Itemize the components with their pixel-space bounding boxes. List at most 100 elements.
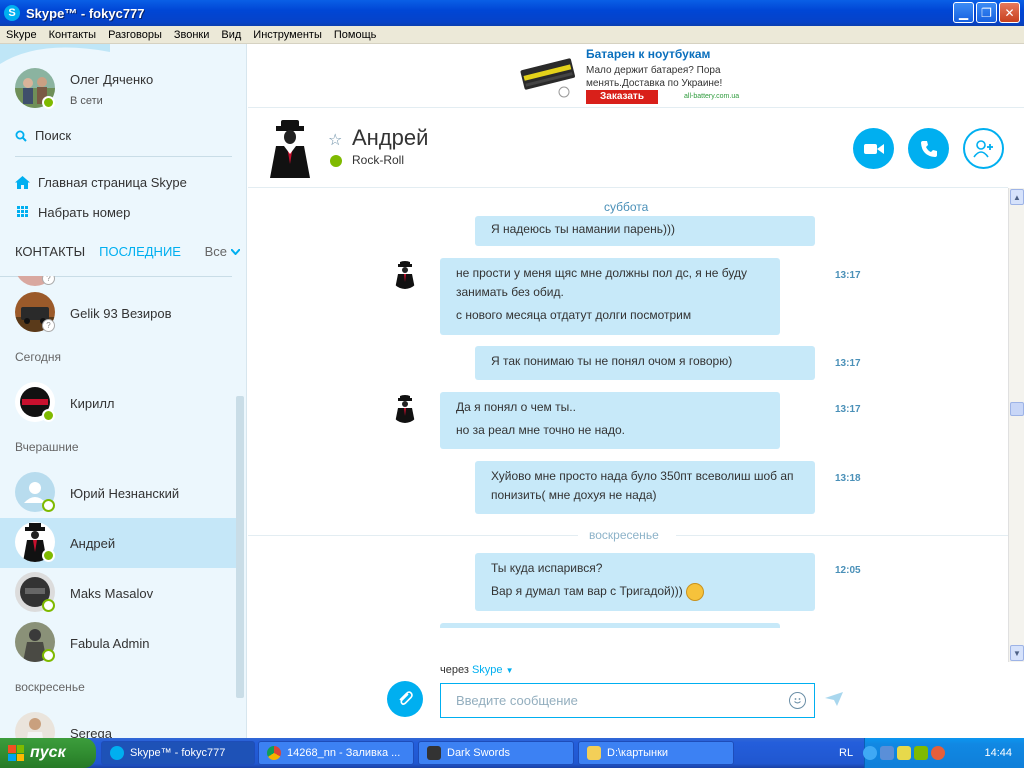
message-text: Да я понял о чем ты.. [456,400,576,414]
send-via-selector[interactable]: через Skype ▼ [440,664,514,676]
language-indicator[interactable]: RL [839,747,863,759]
close-button[interactable]: ✕ [999,2,1020,23]
system-tray: RL 14:44 [839,738,1024,768]
message-input-box[interactable] [440,683,815,718]
contact-item-serega[interactable]: Serega [0,708,236,738]
message-bubble-incoming[interactable]: Да я понял о чем ты.. но за реал мне точ… [440,392,780,449]
taskbar-item-folder[interactable]: D:\картынки [578,741,734,765]
send-button[interactable] [825,692,843,711]
taskbar-item-game[interactable]: Dark Swords [418,741,574,765]
taskbar-item-skype[interactable]: Skype™ - fokyc777 [101,741,255,765]
message-bubble-outgoing[interactable]: Хуйово мне просто нада було 350пт всевол… [475,461,815,514]
windows-taskbar: пуск Skype™ - fokyc777 14268_nn - Заливк… [0,738,1024,768]
chat-contact-avatar[interactable] [264,118,316,178]
profile-status[interactable]: В сети [70,95,103,107]
menu-skype[interactable]: Skype [0,29,43,41]
tray-expand-icon[interactable] [863,746,877,760]
message-history[interactable]: суббота Я надеюсь ты намании парень))) н… [248,188,1008,628]
menu-tools[interactable]: Инструменты [247,29,328,41]
day-separator-sunday: воскресенье [589,528,659,542]
ad-title[interactable]: Батарен к ноутбукам [586,47,710,61]
message-text: не прости у меня щяс мне должны пол дс, … [456,266,747,299]
search-row[interactable]: Поиск [15,128,71,143]
taskbar-item-browser[interactable]: 14268_nn - Заливка ... [258,741,414,765]
message-text: Хуйово мне просто нада було 350пт всевол… [491,469,794,502]
dial-label: Набрать номер [38,205,131,220]
network-icon[interactable] [880,746,894,760]
profile-online-status-icon [42,96,55,109]
audio-call-button[interactable] [908,128,949,169]
profile-name[interactable]: Олег Дяченко [70,72,153,87]
contact-item-maks[interactable]: Maks Masalov [0,568,236,618]
dialpad-icon [17,206,28,217]
menu-bar: Skype Контакты Разговоры Звонки Вид Инст… [0,26,1024,44]
video-camera-icon [863,143,884,154]
group-label-today: Сегодня [15,350,61,364]
menu-view[interactable]: Вид [215,29,247,41]
antivirus-icon[interactable] [931,746,945,760]
contact-item-gelik[interactable]: ? Gelik 93 Везиров [0,288,236,338]
message-time: 13:17 [835,404,861,415]
add-people-button[interactable] [963,128,1004,169]
contact-item-kirill[interactable]: Кирилл [0,378,236,428]
ad-domain[interactable]: all-battery.com.ua [684,93,739,100]
skype-icon [110,746,124,760]
minimize-button[interactable]: ▁ [953,2,974,23]
message-text: Вар я думал там вар с Тригадой))) [491,584,683,598]
dial-number-link[interactable]: Набрать номер [15,205,130,220]
chevron-down-icon [231,248,240,255]
message-input[interactable] [441,684,776,717]
attach-file-button[interactable] [387,681,423,717]
ad-order-button[interactable]: Заказать [586,90,658,104]
profile-panel[interactable]: Олег Дяченко В сети [0,44,246,116]
message-bubble-incoming[interactable]: не прости у меня щяс мне должны пол дс, … [440,258,780,335]
window-controls: ▁ ❐ ✕ [953,2,1020,23]
chrome-icon [267,746,281,760]
favorite-star-icon[interactable]: ☆ [328,130,342,150]
contact-name: Кирилл [70,395,115,411]
menu-conversations[interactable]: Разговоры [102,29,168,41]
task-label: D:\картынки [607,747,669,759]
ad-banner[interactable]: Батарен к ноутбукам Мало держит батарея?… [518,44,778,106]
online-status-icon [330,155,342,167]
message-text: Я надеюсь ты намании парень))) [491,222,675,236]
message-bubble-outgoing[interactable]: Я надеюсь ты намании парень))) [475,216,815,246]
skype-tray-icon[interactable] [914,746,928,760]
tab-recent[interactable]: ПОСЛЕДНИЕ [99,244,181,259]
maximize-button[interactable]: ❐ [976,2,997,23]
message-bubble-incoming[interactable] [440,623,780,628]
message-bubble-outgoing[interactable]: Я так понимаю ты не понял очом я говорю) [475,346,815,380]
start-button[interactable]: пуск [0,738,96,768]
title-bar: S Skype™ - fokyc777 ▁ ❐ ✕ [0,0,1024,26]
clock: 14:44 [984,747,1012,759]
menu-calls[interactable]: Звонки [168,29,216,41]
message-text: Я так понимаю ты не понял очом я говорю) [491,354,733,368]
home-icon [15,176,30,189]
folder-icon [587,746,601,760]
recent-contact-list: ? ? Gelik 93 Везиров Сегодня Кирилл Вчер… [0,276,236,738]
filter-dropdown[interactable]: Все [205,244,240,259]
via-service: Skype [471,664,503,676]
menu-help[interactable]: Помощь [328,29,383,41]
contact-item-andrey[interactable]: Андрей [0,518,236,568]
contact-name: Serega [70,725,112,739]
scroll-down-arrow-icon[interactable]: ▼ [1010,645,1024,661]
volume-icon[interactable] [897,746,911,760]
sidebar-scrollbar[interactable] [236,396,244,698]
contact-item-fabula[interactable]: Fabula Admin [0,618,236,668]
scroll-up-arrow-icon[interactable]: ▲ [1010,189,1024,205]
chat-contact-name[interactable]: Андрей [352,125,428,151]
scroll-thumb[interactable] [1010,402,1024,416]
contact-name: Юрий Незнанский [70,485,180,501]
chat-contact-mood: Rock-Roll [352,153,405,167]
skype-home-link[interactable]: Главная страница Skype [15,175,187,190]
menu-contacts[interactable]: Контакты [43,29,103,41]
tab-contacts[interactable]: КОНТАКТЫ [15,244,85,259]
add-person-icon [972,139,993,157]
message-scrollbar[interactable]: ▲ ▼ [1008,188,1024,662]
emoticon-button[interactable] [789,692,806,709]
message-text: с нового месяца отдатут долги посмотрим [456,308,692,322]
video-call-button[interactable] [853,128,894,169]
message-bubble-outgoing[interactable]: Ты куда испарився? Вар я думал там вар с… [475,553,815,611]
contact-item-yuriy[interactable]: Юрий Незнанский [0,468,236,518]
